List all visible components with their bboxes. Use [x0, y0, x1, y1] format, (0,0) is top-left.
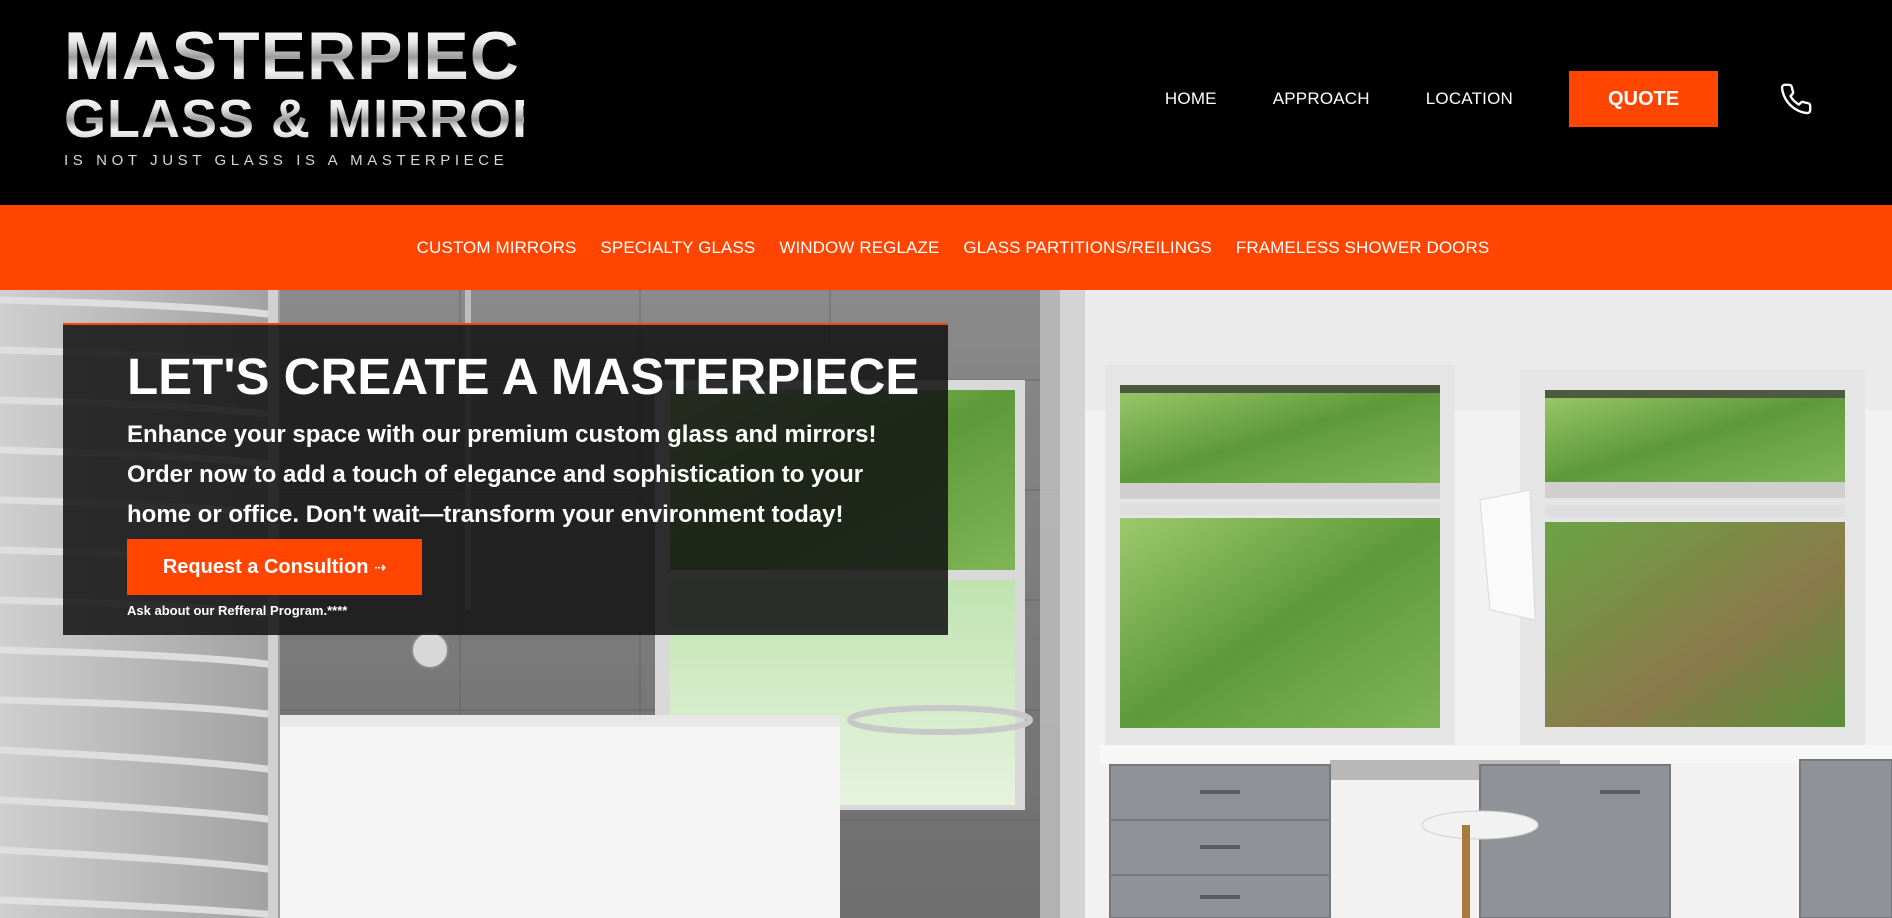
referral-note: Ask about our Refferal Program.**** [127, 603, 348, 619]
consult-button-label: Request a Consultion [162, 555, 369, 578]
site-header: MASTERPIECE GLASS & MIRROR IS NOT JUST G… [0, 0, 1892, 205]
hero-title: LET'S CREATE A MASTERPIECE [127, 348, 920, 405]
logo-title: MASTERPIECE [64, 18, 567, 94]
hero-card: LET'S CREATE A MASTERPIECE Enhance your … [63, 323, 948, 635]
hero-description: Enhance your space with our premium cust… [127, 421, 877, 529]
hero-section: LET'S CREATE A MASTERPIECE Enhance your … [0, 290, 1892, 918]
logo-subtitle: GLASS & MIRROR [64, 89, 553, 149]
phone-icon[interactable] [1776, 79, 1816, 119]
subnav-glass-partitions[interactable]: GLASS PARTITIONS/REILINGS [963, 238, 1211, 258]
quote-button[interactable]: QUOTE [1569, 71, 1718, 127]
arrow-right-icon: ⇢ [374, 558, 387, 575]
subnav-window-reglaze[interactable]: WINDOW REGLAZE [779, 238, 939, 258]
logo-tagline: IS NOT JUST GLASS IS A MASTERPIECE [64, 152, 509, 169]
category-navigation: CUSTOM MIRRORS SPECIALTY GLASS WINDOW RE… [0, 205, 1892, 290]
subnav-specialty-glass[interactable]: SPECIALTY GLASS [600, 238, 755, 258]
nav-location-link[interactable]: LOCATION [1426, 89, 1513, 109]
main-navigation: HOME APPROACH LOCATION QUOTE [1165, 0, 1892, 198]
brand-logo[interactable]: MASTERPIECE GLASS & MIRROR IS NOT JUST G… [64, 18, 567, 169]
subnav-custom-mirrors[interactable]: CUSTOM MIRRORS [417, 238, 577, 258]
request-consultation-button[interactable]: Request a Consultion ⇢ [127, 539, 422, 596]
nav-home-link[interactable]: HOME [1165, 89, 1217, 109]
nav-approach-link[interactable]: APPROACH [1273, 89, 1370, 109]
subnav-frameless-shower-doors[interactable]: FRAMELESS SHOWER DOORS [1236, 238, 1489, 258]
